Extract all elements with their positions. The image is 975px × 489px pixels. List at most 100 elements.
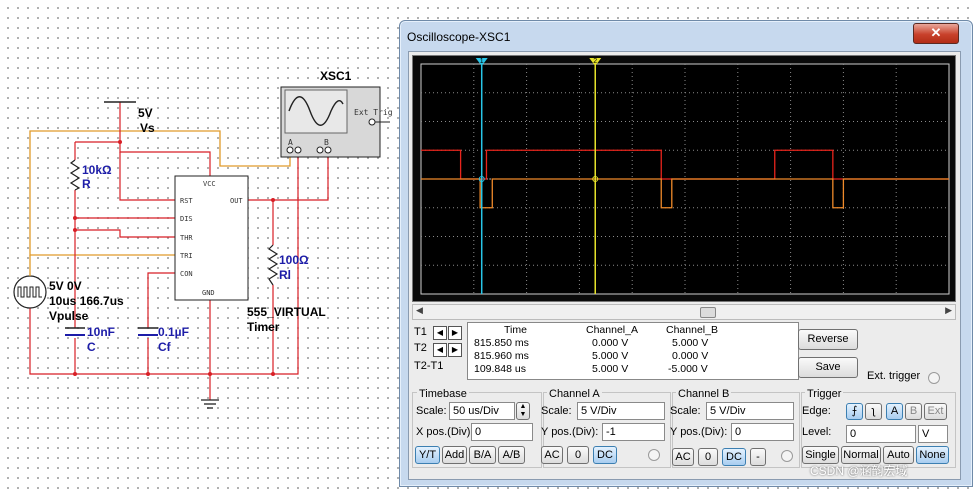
edge-label: Edge: [802, 405, 831, 417]
cha-dc-button[interactable]: DC [593, 446, 617, 464]
pin-vcc: VCC [203, 180, 216, 188]
mode-add-button[interactable]: Add [442, 446, 467, 464]
cha-ac-button[interactable]: AC [541, 446, 563, 464]
scroll-thumb[interactable] [700, 307, 716, 318]
ext-trigger-label: Ext. trigger [867, 370, 921, 382]
ext-trigger-terminal[interactable] [928, 372, 940, 384]
xpos-label: X pos.(Div): [416, 426, 474, 438]
pin-tri: TRI [180, 252, 193, 260]
chb-ac-button[interactable]: AC [672, 448, 694, 466]
pin-gnd: GND [202, 289, 215, 297]
t1-chb: 5.000 V [672, 337, 709, 349]
cha-scale-label: Scale: [541, 405, 572, 417]
cha-ypos-input[interactable]: -1 [602, 423, 665, 441]
level-input[interactable]: 0 [846, 425, 916, 443]
dt-cha: 5.000 V [592, 363, 629, 375]
t2-label: T2 [414, 342, 427, 354]
chb-zero-button[interactable]: 0 [698, 448, 718, 466]
timer-type: 555_VIRTUAL [247, 305, 326, 319]
trigger-b-button[interactable]: B [905, 403, 922, 420]
cha-terminal[interactable] [648, 449, 660, 461]
time-scrollbar[interactable]: ◀ ▶ [412, 304, 956, 320]
mode-ba-button[interactable]: B/A [469, 446, 496, 464]
chb-scale-input[interactable]: 5 V/Div [706, 402, 794, 420]
channel-a-title: Channel A [547, 388, 602, 400]
timebase-scale-label: Scale: [416, 405, 447, 417]
level-label: Level: [802, 426, 832, 438]
close-button[interactable]: ✕ [913, 23, 959, 44]
scroll-right-arrow-icon[interactable]: ▶ [945, 305, 952, 316]
mode-ab-button[interactable]: A/B [498, 446, 525, 464]
col-channel-a: Channel_A [586, 324, 638, 336]
t2-cha: 5.000 V [592, 350, 629, 362]
scope-a-terminal: A [288, 138, 293, 147]
cursor-readout: T1 T2 T2-T1 ◀ ▶ ◀ ▶ Time Channel_A Chann… [411, 322, 799, 380]
ext-trig-label: Ext Trig [354, 108, 393, 117]
scope-b-terminal: B [324, 138, 329, 147]
save-button[interactable]: Save [798, 357, 858, 378]
pulse-name: Vpulse [49, 309, 89, 323]
t2-chb: 0.000 V [672, 350, 709, 362]
c-name: C [87, 340, 96, 354]
pin-rst: RST [180, 197, 193, 205]
scroll-left-arrow-icon[interactable]: ◀ [416, 305, 423, 316]
supply-value: 5V [138, 106, 153, 120]
r1-value: 10kΩ [82, 163, 112, 177]
trigger-ext-button[interactable]: Ext [924, 403, 947, 420]
level-unit-select[interactable]: V [918, 425, 948, 443]
oscilloscope-panel: 12 ◀ ▶ T1 T2 T2-T1 ◀ ▶ ◀ ▶ Time Channel_… [408, 51, 961, 480]
readout-table: Time Channel_A Channel_B 815.850 ms 0.00… [467, 322, 799, 380]
channel-b-title: Channel B [676, 388, 732, 400]
title-bar[interactable]: Oscilloscope-XSC1 ✕ [400, 21, 972, 51]
cha-zero-button[interactable]: 0 [567, 446, 589, 464]
t2-time: 815.960 ms [474, 350, 529, 362]
chb-dc-button[interactable]: DC [722, 448, 746, 466]
pin-thr: THR [180, 234, 193, 242]
schematic-canvas[interactable]: 5V Vs 10kΩ R 100Ω Rl 10nF C 0.1µF Cf 5V … [0, 0, 400, 489]
t1-right-arrow-icon[interactable]: ▶ [448, 326, 462, 340]
chb-ypos-input[interactable]: 0 [731, 423, 794, 441]
chb-ypos-label: Y pos.(Div): [670, 426, 728, 438]
t1-left-arrow-icon[interactable]: ◀ [433, 326, 447, 340]
timebase-scale-spinner[interactable]: ▲ ▼ [516, 402, 530, 420]
r1-name: R [82, 177, 91, 191]
pulse-params-1: 5V 0V [49, 279, 82, 293]
reverse-button[interactable]: Reverse [798, 329, 858, 350]
scope-plot: 12 [420, 58, 950, 295]
rl-name: Rl [279, 268, 291, 282]
supply-name: Vs [140, 121, 155, 135]
pulse-params-2: 10us 166.7us [49, 294, 124, 308]
cha-ypos-label: Y pos.(Div): [541, 426, 599, 438]
t1-time: 815.850 ms [474, 337, 529, 349]
falling-edge-icon[interactable]: ʅ [865, 403, 882, 420]
chb-scale-label: Scale: [670, 405, 701, 417]
timebase-title: Timebase [417, 388, 469, 400]
watermark: CSDN @涵韵宏域 [810, 464, 908, 478]
t1-label: T1 [414, 326, 427, 338]
trigger-title: Trigger [805, 388, 844, 400]
t2-t1-label: T2-T1 [414, 360, 444, 372]
t2-right-arrow-icon[interactable]: ▶ [448, 343, 462, 357]
cha-scale-input[interactable]: 5 V/Div [577, 402, 665, 420]
dt-chb: -5.000 V [668, 363, 708, 375]
col-channel-b: Channel_B [666, 324, 718, 336]
window-title: Oscilloscope-XSC1 [407, 30, 511, 44]
chb-terminal[interactable] [781, 450, 793, 462]
dt-time: 109.848 us [474, 363, 526, 375]
col-time: Time [504, 324, 527, 336]
rising-edge-icon[interactable]: ⨍ [846, 403, 863, 420]
xpos-input[interactable]: 0 [471, 423, 533, 441]
rl-value: 100Ω [279, 253, 309, 267]
trigger-a-button[interactable]: A [886, 403, 903, 420]
mode-yt-button[interactable]: Y/T [415, 446, 440, 464]
pin-con: CON [180, 270, 193, 278]
c-value: 10nF [87, 325, 116, 339]
oscilloscope-window[interactable]: Oscilloscope-XSC1 ✕ 12 ◀ ▶ T1 T2 T2-T1 ◀… [399, 20, 973, 487]
scope-screen[interactable]: 12 [412, 55, 956, 302]
timebase-scale-input[interactable]: 50 us/Div [449, 402, 515, 420]
trigger-none-button[interactable]: None [916, 446, 949, 464]
scope-ref-label: XSC1 [320, 69, 352, 83]
t2-left-arrow-icon[interactable]: ◀ [433, 343, 447, 357]
chb-invert-button[interactable]: - [750, 448, 766, 466]
t1-cha: 0.000 V [592, 337, 629, 349]
